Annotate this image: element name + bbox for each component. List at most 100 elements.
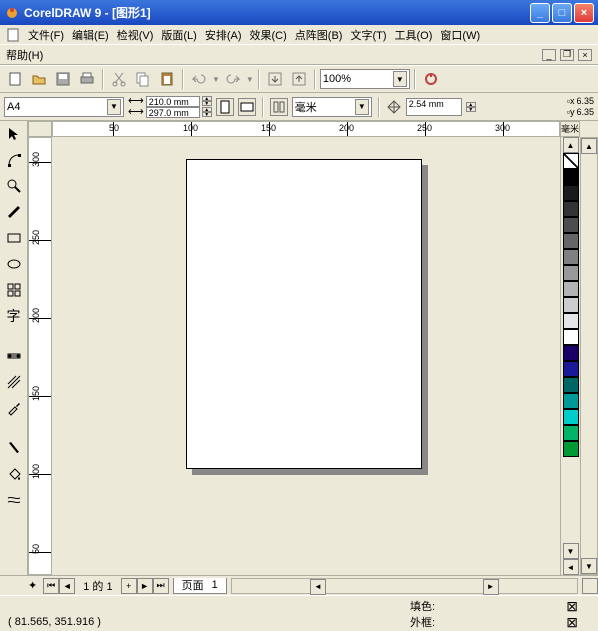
swatch-2[interactable] <box>563 201 579 217</box>
pick-tool[interactable] <box>3 123 25 145</box>
horizontal-ruler[interactable]: 50 100 150 200 250 300 <box>52 121 560 137</box>
paste-button[interactable] <box>156 68 178 90</box>
text-tool[interactable]: 字 <box>3 305 25 327</box>
rectangle-tool[interactable] <box>3 227 25 249</box>
export-button[interactable] <box>288 68 310 90</box>
menu-bitmaps[interactable]: 点阵图(B) <box>295 27 343 43</box>
palette-scroll-down[interactable]: ▼ <box>563 543 579 559</box>
page-setup-button[interactable] <box>270 98 288 116</box>
save-button[interactable] <box>52 68 74 90</box>
print-button[interactable] <box>76 68 98 90</box>
doc-icon <box>6 28 20 42</box>
add-page-button[interactable]: + <box>121 578 137 594</box>
freehand-tool[interactable] <box>3 201 25 223</box>
portrait-button[interactable] <box>216 98 234 116</box>
landscape-button[interactable] <box>238 98 256 116</box>
scroll-left-button[interactable]: ◄ <box>310 579 326 595</box>
canvas[interactable] <box>52 137 560 575</box>
open-button[interactable] <box>28 68 50 90</box>
window-title: CorelDRAW 9 - [图形1] <box>24 4 530 21</box>
eyedropper-tool[interactable] <box>3 397 25 419</box>
swatch-4[interactable] <box>563 233 579 249</box>
swatch-8[interactable] <box>563 297 579 313</box>
menu-window[interactable]: 窗口(W) <box>440 27 480 43</box>
ruler-origin[interactable] <box>28 121 52 137</box>
units-combo[interactable]: 毫米 ▼ <box>292 97 372 117</box>
menu-layout[interactable]: 版面(L) <box>161 27 196 43</box>
zoom-tool[interactable] <box>3 175 25 197</box>
swatch-0[interactable] <box>563 169 579 185</box>
new-button[interactable] <box>4 68 26 90</box>
menu-view[interactable]: 检视(V) <box>117 27 154 43</box>
ellipse-tool[interactable] <box>3 253 25 275</box>
swatch-16[interactable] <box>563 425 579 441</box>
close-button[interactable]: × <box>574 3 594 23</box>
outline-tool[interactable] <box>3 437 25 459</box>
swatch-7[interactable] <box>563 281 579 297</box>
fill-tool[interactable] <box>3 463 25 485</box>
swatch-nofill[interactable] <box>563 153 579 169</box>
redo-button[interactable] <box>222 68 244 90</box>
swatch-12[interactable] <box>563 361 579 377</box>
scroll-right-button[interactable]: ► <box>483 579 499 595</box>
mdi-minimize-button[interactable]: _ <box>542 49 556 61</box>
swatch-11[interactable] <box>563 345 579 361</box>
paper-size-combo[interactable]: A4 ▼ <box>4 97 124 117</box>
mdi-restore-button[interactable]: ❐ <box>560 49 574 61</box>
menu-tools[interactable]: 工具(O) <box>395 27 433 43</box>
menu-edit[interactable]: 编辑(E) <box>72 27 109 43</box>
last-page-button[interactable]: ⏭ <box>153 578 169 594</box>
scroll-corner <box>582 578 598 594</box>
first-page-button[interactable]: ⏮ <box>43 578 59 594</box>
swatch-1[interactable] <box>563 185 579 201</box>
swatch-13[interactable] <box>563 377 579 393</box>
polygon-tool[interactable] <box>3 279 25 301</box>
page[interactable] <box>186 159 422 469</box>
swatch-5[interactable] <box>563 249 579 265</box>
next-page-button[interactable]: ► <box>137 578 153 594</box>
menu-text[interactable]: 文字(T) <box>350 27 386 43</box>
nudge-input[interactable]: 2.54 mm <box>406 98 462 116</box>
palette-scroll-up[interactable]: ▲ <box>563 137 579 153</box>
swatch-3[interactable] <box>563 217 579 233</box>
vertical-scrollbar[interactable]: ▲ ▼ <box>580 137 598 575</box>
cursor-pos-icon: ✦ <box>28 579 37 592</box>
palette-flyout[interactable]: ◄ <box>563 559 579 575</box>
swatch-6[interactable] <box>563 265 579 281</box>
cut-button[interactable] <box>108 68 130 90</box>
height-spin-down[interactable]: ▼ <box>202 112 212 117</box>
shape-tool[interactable] <box>3 149 25 171</box>
undo-button[interactable] <box>188 68 210 90</box>
scroll-up-button[interactable]: ▲ <box>581 138 597 154</box>
vertical-ruler[interactable]: 300 250 200 150 100 50 <box>28 137 52 575</box>
interactive-mesh-tool[interactable] <box>3 489 25 511</box>
minimize-button[interactable]: _ <box>530 3 550 23</box>
swatch-10[interactable] <box>563 329 579 345</box>
zoom-combo[interactable]: 100% ▼ <box>320 69 410 89</box>
menu-effects[interactable]: 效果(C) <box>250 27 287 43</box>
menu-arrange[interactable]: 安排(A) <box>205 27 242 43</box>
interactive-transparency-tool[interactable] <box>3 371 25 393</box>
swatch-9[interactable] <box>563 313 579 329</box>
height-icon: ⟷ <box>128 107 144 118</box>
copy-button[interactable] <box>132 68 154 90</box>
nudge-spin-down[interactable]: ▼ <box>466 107 476 112</box>
import-button[interactable] <box>264 68 286 90</box>
scroll-down-button[interactable]: ▼ <box>581 558 597 574</box>
app-launcher-button[interactable] <box>420 68 442 90</box>
toolbox: 字 <box>0 121 28 575</box>
menu-help[interactable]: 帮助(H) <box>6 47 43 63</box>
paper-width-input[interactable]: 210.0 mm <box>146 96 200 107</box>
swatch-15[interactable] <box>563 409 579 425</box>
maximize-button[interactable]: □ <box>552 3 572 23</box>
swatch-17[interactable] <box>563 441 579 457</box>
page-tab[interactable]: 页面 1 <box>173 578 227 594</box>
swatch-14[interactable] <box>563 393 579 409</box>
horizontal-scrollbar[interactable]: ◄ ► <box>231 578 578 594</box>
prev-page-button[interactable]: ◄ <box>59 578 75 594</box>
menu-file[interactable]: 文件(F) <box>28 27 64 43</box>
width-spin-down[interactable]: ▼ <box>202 101 212 106</box>
mdi-close-button[interactable]: × <box>578 49 592 61</box>
paper-height-input[interactable]: 297.0 mm <box>146 107 200 118</box>
interactive-fill-tool[interactable] <box>3 345 25 367</box>
